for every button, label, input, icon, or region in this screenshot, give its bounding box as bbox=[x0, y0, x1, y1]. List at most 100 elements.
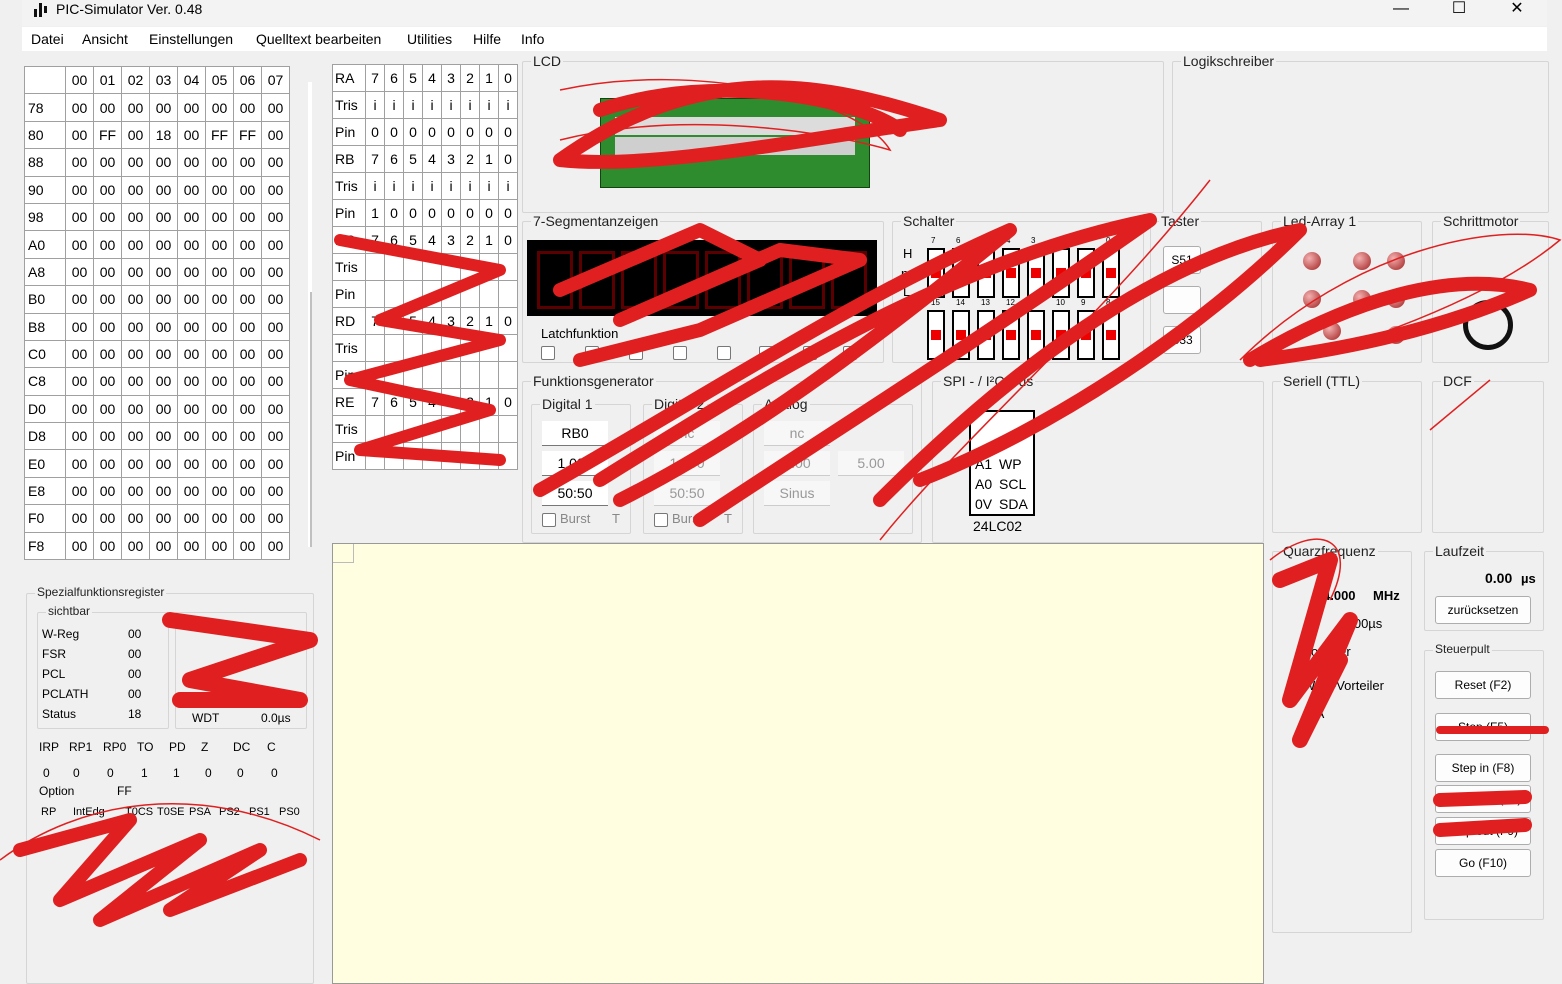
port-bit-cell[interactable]: i bbox=[384, 91, 404, 119]
memory-cell[interactable]: 00 bbox=[177, 531, 206, 561]
port-bit-cell[interactable]: 6 bbox=[384, 226, 404, 254]
port-bit-cell[interactable] bbox=[422, 280, 442, 308]
toggle-switch[interactable] bbox=[1027, 248, 1045, 298]
port-bit-cell[interactable]: 1 bbox=[479, 388, 499, 416]
memory-cell[interactable]: 00 bbox=[205, 504, 234, 533]
memory-cell[interactable]: 00 bbox=[93, 257, 122, 287]
port-bit-cell[interactable] bbox=[384, 415, 404, 443]
memory-cell[interactable]: 00 bbox=[205, 285, 234, 314]
digital1-pin-select[interactable]: RB0 bbox=[542, 421, 608, 446]
menu-utilities[interactable]: Utilities bbox=[407, 31, 452, 47]
port-bit-cell[interactable] bbox=[460, 415, 480, 443]
memory-cell[interactable]: 00 bbox=[65, 120, 94, 150]
memory-cell[interactable]: 00 bbox=[177, 257, 206, 287]
latch-checkbox[interactable] bbox=[843, 346, 857, 360]
menu-info[interactable]: Info bbox=[521, 31, 544, 47]
port-bit-cell[interactable]: 4 bbox=[422, 226, 442, 254]
digital2-pin-select[interactable]: nc bbox=[654, 421, 720, 446]
memory-cell[interactable]: 00 bbox=[149, 285, 178, 314]
status-bit-value[interactable]: 0 bbox=[271, 766, 278, 780]
port-bit-cell[interactable]: i bbox=[460, 91, 480, 119]
digital2-t-label[interactable]: T bbox=[724, 511, 732, 526]
memory-cell[interactable]: 00 bbox=[121, 120, 150, 150]
digital2-freq-input[interactable]: 1.000 bbox=[654, 451, 720, 476]
port-bit-cell[interactable] bbox=[441, 442, 461, 470]
port-bit-cell[interactable]: 2 bbox=[460, 388, 480, 416]
port-bit-cell[interactable]: 2 bbox=[460, 307, 480, 335]
port-bit-cell[interactable]: 0 bbox=[441, 199, 461, 227]
memory-cell[interactable]: 00 bbox=[121, 394, 150, 424]
port-bit-cell[interactable]: 4 bbox=[422, 307, 442, 335]
memory-cell[interactable]: 00 bbox=[149, 312, 178, 341]
port-bit-cell[interactable] bbox=[403, 280, 423, 308]
memory-cell[interactable]: 00 bbox=[233, 148, 262, 177]
memory-cell[interactable]: 00 bbox=[149, 93, 178, 122]
port-bit-cell[interactable] bbox=[498, 361, 518, 389]
memory-cell[interactable]: 00 bbox=[93, 285, 122, 314]
port-bit-cell[interactable]: 7 bbox=[365, 145, 385, 173]
taster-button-2[interactable] bbox=[1163, 286, 1201, 314]
memory-cell[interactable]: 00 bbox=[261, 148, 290, 177]
port-bit-cell[interactable]: 0 bbox=[403, 199, 423, 227]
source-editor[interactable] bbox=[332, 543, 1264, 984]
memory-cell[interactable]: 00 bbox=[149, 504, 178, 533]
memory-cell[interactable]: 00 bbox=[65, 93, 94, 122]
memory-cell[interactable]: 00 bbox=[149, 175, 178, 204]
latch-checkbox[interactable] bbox=[585, 346, 599, 360]
memory-cell[interactable]: 00 bbox=[205, 531, 234, 561]
memory-cell[interactable]: 00 bbox=[177, 476, 206, 506]
port-bit-cell[interactable] bbox=[422, 415, 442, 443]
memory-cell[interactable]: 00 bbox=[65, 312, 94, 341]
port-bit-cell[interactable]: 6 bbox=[384, 64, 404, 92]
port-bit-cell[interactable]: 0 bbox=[460, 118, 480, 146]
toggle-switch[interactable] bbox=[1027, 310, 1045, 360]
port-bit-cell[interactable] bbox=[365, 253, 385, 281]
menu-hilfe[interactable]: Hilfe bbox=[473, 31, 501, 47]
memory-cell[interactable]: 00 bbox=[233, 257, 262, 287]
memory-cell[interactable]: 00 bbox=[65, 230, 94, 259]
memory-cell[interactable]: 00 bbox=[177, 394, 206, 424]
memory-cell[interactable]: 00 bbox=[233, 93, 262, 122]
port-bit-cell[interactable] bbox=[365, 442, 385, 470]
memory-cell[interactable]: 00 bbox=[261, 476, 290, 506]
memory-cell[interactable]: 00 bbox=[121, 531, 150, 561]
digital1-freq-input[interactable]: 1.000 bbox=[542, 451, 608, 476]
minimize-button[interactable]: — bbox=[1378, 0, 1424, 18]
memory-scrollbar-thumb[interactable] bbox=[310, 292, 312, 547]
memory-cell[interactable]: 00 bbox=[149, 230, 178, 259]
latch-checkbox[interactable] bbox=[717, 346, 731, 360]
memory-cell[interactable]: 00 bbox=[205, 339, 234, 369]
port-bit-cell[interactable]: 0 bbox=[498, 388, 518, 416]
memory-cell[interactable]: 00 bbox=[205, 230, 234, 259]
memory-cell[interactable]: 00 bbox=[261, 202, 290, 232]
memory-cell[interactable]: 00 bbox=[205, 148, 234, 177]
memory-cell[interactable]: 00 bbox=[149, 148, 178, 177]
memory-cell[interactable]: 00 bbox=[261, 394, 290, 424]
memory-cell[interactable]: 00 bbox=[261, 93, 290, 122]
menu-datei[interactable]: Datei bbox=[31, 31, 64, 47]
memory-cell[interactable]: 00 bbox=[205, 394, 234, 424]
port-bit-cell[interactable]: 2 bbox=[460, 145, 480, 173]
port-bit-cell[interactable]: 0 bbox=[479, 118, 499, 146]
memory-cell[interactable]: 00 bbox=[121, 476, 150, 506]
memory-cell[interactable]: 00 bbox=[93, 148, 122, 177]
port-bit-cell[interactable] bbox=[479, 442, 499, 470]
memory-cell[interactable]: 00 bbox=[65, 257, 94, 287]
laufzeit-reset-button[interactable]: zurücksetzen bbox=[1435, 596, 1531, 624]
memory-cell[interactable]: 00 bbox=[93, 93, 122, 122]
port-bit-cell[interactable] bbox=[498, 442, 518, 470]
port-bit-cell[interactable]: 1 bbox=[479, 145, 499, 173]
stop-button[interactable]: Stop (F5) bbox=[1435, 713, 1531, 741]
port-bit-cell[interactable] bbox=[498, 253, 518, 281]
toggle-switch[interactable] bbox=[1077, 248, 1095, 298]
memory-cell[interactable]: 00 bbox=[121, 175, 150, 204]
memory-cell[interactable]: 00 bbox=[177, 202, 206, 232]
port-bit-cell[interactable]: 5 bbox=[403, 145, 423, 173]
port-bit-cell[interactable]: 6 bbox=[384, 145, 404, 173]
port-bit-cell[interactable] bbox=[384, 280, 404, 308]
step-over-button[interactable]: Step over (F7) bbox=[1435, 785, 1531, 813]
port-bit-cell[interactable] bbox=[384, 253, 404, 281]
port-bit-cell[interactable]: 4 bbox=[422, 64, 442, 92]
port-bit-cell[interactable] bbox=[460, 280, 480, 308]
toggle-switch[interactable] bbox=[1052, 248, 1070, 298]
